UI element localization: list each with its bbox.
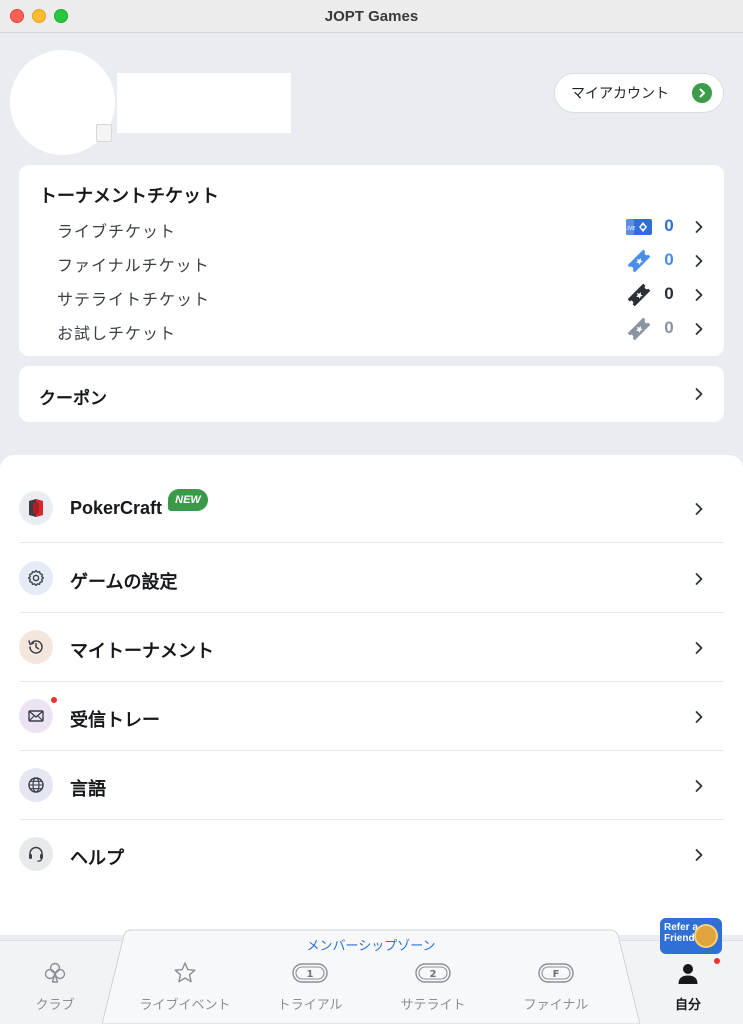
svg-text:LIVE: LIVE xyxy=(625,226,635,232)
globe-icon xyxy=(19,768,53,802)
trial-ticket-icon xyxy=(627,317,651,341)
nav-tab-label: クラブ xyxy=(35,997,75,1012)
new-badge: NEW xyxy=(168,489,208,511)
notification-dot xyxy=(51,697,57,703)
menu-item-my-tournaments[interactable]: マイトーナメント xyxy=(19,613,724,682)
window-titlebar: JOPT Games xyxy=(0,0,743,33)
chevron-right-icon xyxy=(692,83,712,103)
menu-item-inbox[interactable]: 受信トレー xyxy=(19,682,724,751)
coupon-label: クーポン xyxy=(39,389,107,408)
my-account-button[interactable]: マイアカウント xyxy=(554,73,724,113)
coupon-row[interactable]: クーポン xyxy=(19,366,724,422)
menu-item-pokercraft[interactable]: PokerCraft NEW xyxy=(19,474,724,543)
chevron-right-icon xyxy=(695,255,703,267)
satellite-ticket-icon xyxy=(627,283,651,307)
live-ticket-icon: LIVE xyxy=(625,219,652,235)
svg-text:F: F xyxy=(553,969,560,980)
final-f-icon: F xyxy=(538,963,574,983)
menu-item-label: 受信トレー xyxy=(70,710,160,730)
ticket-count: 0 xyxy=(664,216,674,235)
nav-tab-trial[interactable]: 1 トライアル xyxy=(262,960,358,1020)
window-title: JOPT Games xyxy=(324,7,419,25)
star-icon xyxy=(174,962,196,983)
club-icon xyxy=(44,962,66,983)
nav-tab-final[interactable]: F ファイナル xyxy=(508,960,604,1020)
ticket-row-live[interactable]: ライブチケット LIVE 0 xyxy=(19,209,724,243)
menu-item-label: ヘルプ xyxy=(70,848,124,868)
nav-tab-label: ライブイベント xyxy=(139,997,231,1012)
ticket-count: 0 xyxy=(664,318,674,337)
menu-item-game-settings[interactable]: ゲームの設定 xyxy=(19,544,724,613)
menu-item-language[interactable]: 言語 xyxy=(19,751,724,820)
ticket-row-trial[interactable]: お試しチケット 0 xyxy=(19,311,724,345)
chevron-right-icon xyxy=(695,388,703,400)
username-area xyxy=(117,73,291,133)
svg-text:2: 2 xyxy=(430,969,437,980)
menu-item-label: PokerCraft xyxy=(70,498,163,518)
nav-tab-label: 自分 xyxy=(674,997,701,1012)
settings-menu-panel: PokerCraft NEW ゲームの設定 マイトーナメント 受信トレー 言語 … xyxy=(0,455,743,935)
tournament-tickets-card: トーナメントチケット ライブチケット LIVE 0 ファイナルチケット 0 サテ… xyxy=(19,165,724,356)
ticket-count: 0 xyxy=(664,250,674,269)
avatar-edit-badge[interactable] xyxy=(96,124,112,142)
my-account-label: マイアカウント xyxy=(571,85,669,101)
menu-item-label: マイトーナメント xyxy=(70,641,214,661)
minimize-window-button[interactable] xyxy=(32,9,46,23)
refer-a-friend-badge[interactable]: Refer a Friend xyxy=(660,918,722,954)
nav-tab-me[interactable]: 自分 xyxy=(660,960,716,1020)
nav-tab-label: トライアル xyxy=(277,997,343,1012)
chevron-right-icon xyxy=(695,573,703,585)
notification-dot xyxy=(714,958,720,964)
headset-icon xyxy=(19,837,53,871)
history-icon xyxy=(19,630,53,664)
chevron-right-icon xyxy=(695,711,703,723)
satellite-2-icon: 2 xyxy=(415,963,451,983)
maximize-window-button[interactable] xyxy=(54,9,68,23)
ticket-label: ライブチケット xyxy=(57,224,177,241)
trial-1-icon: 1 xyxy=(292,963,328,983)
menu-item-label: 言語 xyxy=(70,779,106,799)
nav-tab-live-events[interactable]: ライブイベント xyxy=(130,960,240,1020)
gear-icon xyxy=(19,561,53,595)
nav-tab-label: ファイナル xyxy=(523,997,589,1012)
chevron-right-icon xyxy=(695,642,703,654)
chevron-right-icon xyxy=(695,780,703,792)
ticket-count: 0 xyxy=(664,284,674,303)
nav-tab-label: サテライト xyxy=(400,997,466,1012)
svg-text:1: 1 xyxy=(307,969,314,980)
window-controls xyxy=(10,9,68,23)
pokercraft-icon xyxy=(19,491,53,525)
coin-icon xyxy=(694,924,718,948)
final-ticket-icon xyxy=(627,249,651,273)
ticket-row-satellite[interactable]: サテライトチケット 0 xyxy=(19,277,724,311)
ticket-label: ファイナルチケット xyxy=(57,258,210,275)
chevron-right-icon xyxy=(695,503,703,515)
chevron-right-icon xyxy=(695,849,703,861)
nav-tab-satellite[interactable]: 2 サテライト xyxy=(385,960,481,1020)
chevron-right-icon xyxy=(695,289,703,301)
menu-item-help[interactable]: ヘルプ xyxy=(19,820,724,889)
ticket-label: お試しチケット xyxy=(57,326,177,343)
tournament-tickets-title: トーナメントチケット xyxy=(39,186,219,206)
mail-icon xyxy=(19,699,53,733)
ticket-label: サテライトチケット xyxy=(57,292,211,309)
chevron-right-icon xyxy=(695,323,703,335)
menu-item-label: ゲームの設定 xyxy=(70,572,178,592)
chevron-right-icon xyxy=(695,221,703,233)
ticket-row-final[interactable]: ファイナルチケット 0 xyxy=(19,243,724,277)
person-icon xyxy=(678,964,698,984)
membership-zone-label: メンバーシップゾーン xyxy=(306,938,436,953)
nav-tab-club[interactable]: クラブ xyxy=(20,960,90,1020)
close-window-button[interactable] xyxy=(10,9,24,23)
